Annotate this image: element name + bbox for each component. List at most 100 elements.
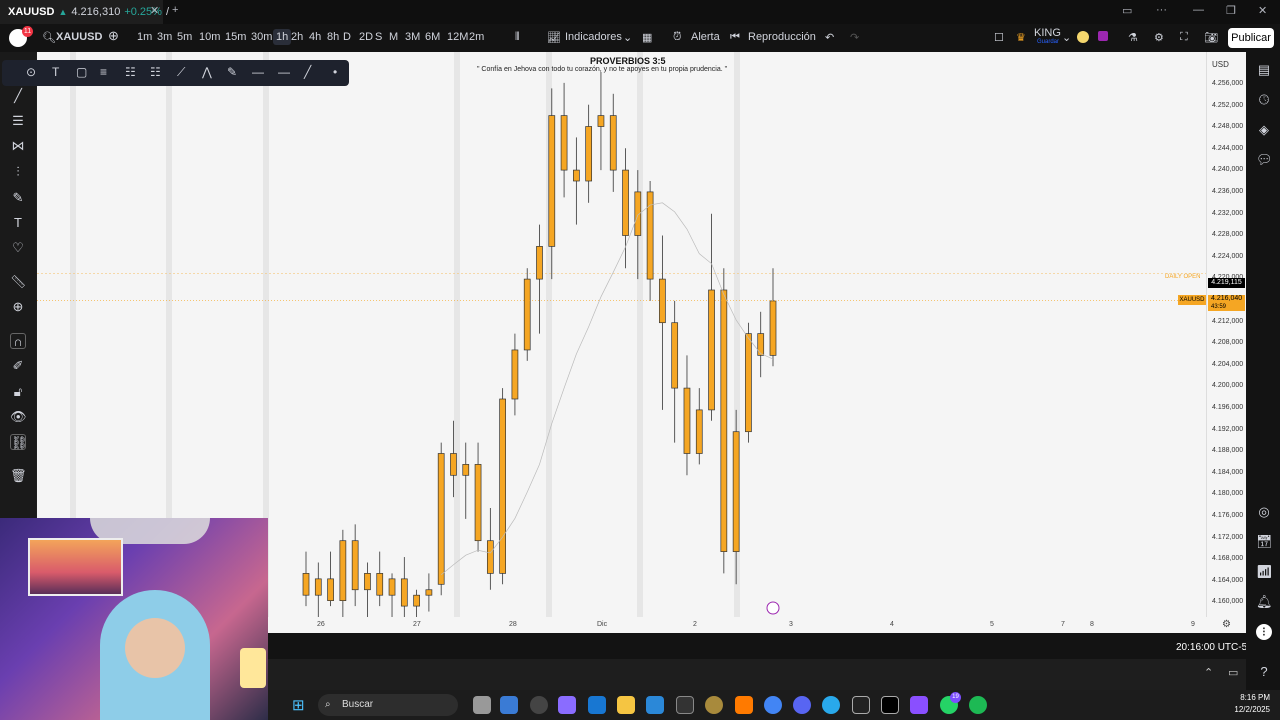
screen-share-icon[interactable]: ▭	[1228, 666, 1238, 679]
undo-icon[interactable]: ↶	[825, 31, 834, 44]
interval-3M[interactable]: 3M	[405, 31, 420, 43]
maximize-icon[interactable]: ❐	[1226, 4, 1236, 17]
outlook-icon[interactable]	[588, 696, 606, 714]
text-icon[interactable]: T	[52, 65, 59, 79]
calendar-icon[interactable]: 📅︎	[1256, 534, 1273, 550]
fullscreen-icon[interactable]: ⛶	[1180, 31, 1188, 44]
taskbar-search[interactable]: ⌕ Buscar	[318, 694, 458, 716]
interval-5m[interactable]: 5m	[177, 31, 192, 43]
copilot-icon[interactable]	[558, 696, 576, 714]
interval-2D[interactable]: 2D	[359, 31, 373, 43]
link-icon[interactable]: ⛓︎	[10, 434, 28, 450]
close-tab-icon[interactable]: ✕	[150, 4, 159, 17]
brush-tool-icon[interactable]: ✎	[10, 190, 26, 206]
gear-app-icon[interactable]	[705, 696, 723, 714]
windows-icon[interactable]: ⊞	[292, 696, 305, 714]
price-axis[interactable]: USD 4.256,000 4.252,000 4.248,000 4.244,000…	[1206, 52, 1246, 617]
settings-icon[interactable]: ⚙︎	[1154, 31, 1164, 44]
search-icon[interactable]: 🔍︎	[42, 31, 56, 44]
clock-icon[interactable]: 🕓︎	[1256, 92, 1272, 108]
interval-2h[interactable]: 2h	[291, 31, 303, 43]
magnet-icon[interactable]: ∩	[10, 333, 26, 349]
rect-icon[interactable]: ▢	[76, 65, 87, 79]
chevron-up-icon[interactable]: ⌃	[1204, 666, 1213, 679]
apps-icon[interactable]: ⁝	[1256, 624, 1272, 640]
interval-2m[interactable]: 2m	[469, 31, 484, 43]
ray-icon[interactable]: —	[278, 65, 290, 79]
currency-label[interactable]: USD	[1212, 60, 1229, 69]
trash-icon[interactable]: 🗑︎	[10, 468, 27, 484]
interval-S[interactable]: S	[375, 31, 382, 43]
replay-button[interactable]: Reproducción	[748, 31, 816, 43]
chart-type-icon[interactable]: ⫴	[515, 31, 520, 44]
redo-icon[interactable]: ↷	[850, 31, 859, 44]
axis-settings-icon[interactable]: ⚙︎	[1222, 619, 1231, 630]
layout-icon[interactable]: ▦	[642, 31, 652, 44]
pattern-tool-icon[interactable]: ⋈	[10, 138, 26, 154]
interval-3m[interactable]: 3m	[157, 31, 172, 43]
x-icon[interactable]	[881, 696, 899, 714]
pencil-lock-icon[interactable]: ✐	[10, 358, 26, 374]
interval-4h[interactable]: 4h	[309, 31, 321, 43]
line-tool-icon[interactable]: ╱	[10, 88, 26, 104]
indicators-button[interactable]: Indicadores	[565, 31, 622, 43]
new-tab-icon[interactable]: +	[172, 4, 178, 16]
path-icon[interactable]: ⟋	[177, 65, 185, 80]
fib-tool-icon[interactable]: ☰	[10, 113, 26, 129]
user-name[interactable]: KING	[1034, 27, 1061, 39]
channel-icon[interactable]: ☷	[150, 65, 161, 79]
interval-1h[interactable]: 1h	[273, 29, 292, 45]
interval-8h[interactable]: 8h	[327, 31, 339, 43]
symbol-search[interactable]: XAUUSD	[56, 31, 102, 43]
interval-6M[interactable]: 6M	[425, 31, 440, 43]
text-tool-icon[interactable]: T	[10, 215, 26, 231]
chevron-down-icon[interactable]: ⌄	[1062, 31, 1071, 44]
lock-icon[interactable]: 🔓︎	[10, 384, 26, 400]
feed-icon[interactable]: 📶︎	[1256, 564, 1273, 580]
telegram-icon[interactable]	[822, 696, 840, 714]
tradingview-app-icon[interactable]	[676, 696, 694, 714]
watchlist-icon[interactable]: ▤	[1256, 62, 1272, 78]
interval-1m[interactable]: 1m	[137, 31, 152, 43]
spotify-icon[interactable]	[969, 696, 987, 714]
tv-icon[interactable]	[852, 696, 870, 714]
zigzag-icon[interactable]: ⋀	[202, 65, 212, 79]
wave-icon[interactable]	[910, 696, 928, 714]
close-window-icon[interactable]: ✕	[1258, 4, 1267, 17]
lines-icon[interactable]: ≡	[100, 65, 107, 79]
vlc-icon[interactable]	[735, 696, 753, 714]
time-axis[interactable]: 26 27 28 Dic 2 3 4 5 7 8 9 ⚙︎	[268, 617, 1246, 633]
onedrive-icon[interactable]	[646, 696, 664, 714]
interval-10m[interactable]: 10m	[199, 31, 220, 43]
fullscreen-box-icon[interactable]: ☐	[994, 31, 1004, 44]
files-icon[interactable]	[473, 696, 491, 714]
alert-button[interactable]: Alerta	[691, 31, 720, 43]
chat-icon[interactable]: 💬︎	[1256, 152, 1273, 168]
browser-tab[interactable]: XAUUSD ▲ 4.216,310 +0.25% /	[0, 0, 169, 24]
screen-icon[interactable]: ▭	[1122, 4, 1132, 17]
calculator-icon[interactable]: ⚗︎	[1128, 31, 1138, 44]
zoom-icon[interactable]: ⊕	[10, 299, 26, 315]
replay-icon[interactable]: ⏮︎	[730, 31, 740, 44]
more-icon[interactable]: ···	[1156, 4, 1167, 16]
store-icon[interactable]	[500, 696, 518, 714]
layers-icon[interactable]: ◈	[1256, 122, 1272, 138]
hline-icon[interactable]: —	[252, 65, 264, 79]
forecast-tool-icon[interactable]: ⫶	[10, 164, 26, 180]
pen-icon[interactable]: ✎	[227, 65, 237, 79]
interval-D[interactable]: D	[343, 31, 351, 43]
interval-15m[interactable]: 15m	[225, 31, 246, 43]
indicators-icon[interactable]: 📈︎	[547, 31, 561, 44]
interval-M[interactable]: M	[389, 31, 398, 43]
chrome-icon[interactable]	[764, 696, 782, 714]
minimize-icon[interactable]: —	[1193, 4, 1204, 16]
list-icon[interactable]: ☷	[125, 65, 136, 79]
discord-icon[interactable]	[793, 696, 811, 714]
dot-icon[interactable]: •	[333, 65, 337, 79]
heart-icon[interactable]: ♡	[10, 240, 26, 256]
alarm-icon[interactable]: ⏰︎	[673, 31, 682, 44]
chatgpt-icon[interactable]	[530, 696, 548, 714]
cursor-icon[interactable]: ⊙	[26, 65, 36, 79]
ruler-icon[interactable]: 📏︎	[10, 274, 27, 290]
interval-30m[interactable]: 30m	[251, 31, 272, 43]
